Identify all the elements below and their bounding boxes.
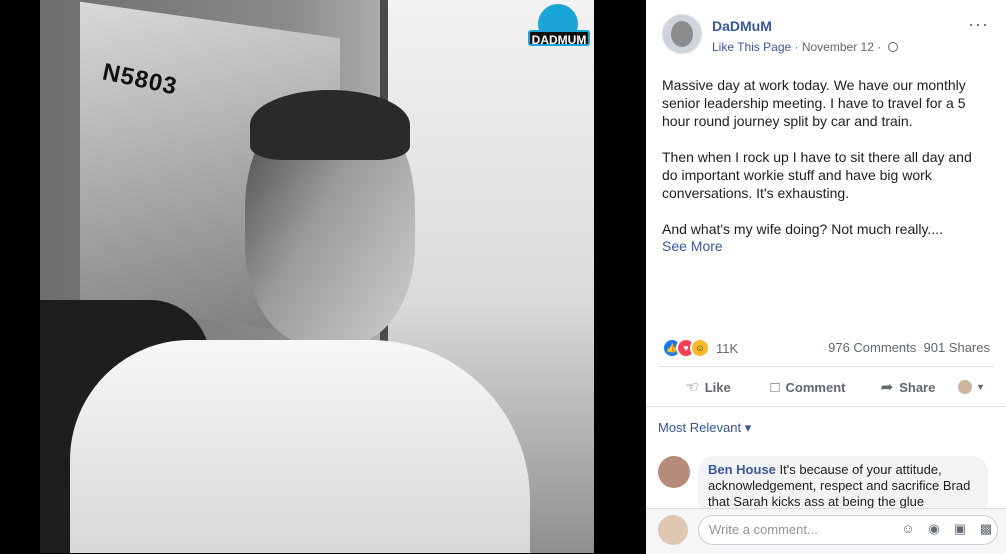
meta-separator-2: · (873, 40, 885, 54)
comment-label: Comment (785, 379, 846, 395)
post-actions: ☜ Like □ Comment ➦ Share ▼ (658, 372, 994, 402)
like-label: Like (704, 380, 731, 395)
photo-viewer: N5803 DADMUM (0, 0, 646, 553)
share-label: Share (899, 380, 936, 395)
like-button[interactable]: ☜ Like (658, 378, 758, 396)
post-photo[interactable]: N5803 (40, 0, 594, 553)
composer-icons: ☺ ◉ ▣ ▩ (900, 521, 994, 537)
comment-author[interactable]: Ben House (708, 462, 776, 477)
comment-button[interactable]: □ Comment (758, 379, 858, 396)
divider (646, 406, 1006, 407)
haha-icon: ☺ (690, 338, 710, 358)
user-avatar (958, 380, 972, 394)
dadmum-logo: DADMUM (528, 4, 592, 48)
comment-bubble: Ben House It's because of your attitude,… (698, 456, 988, 514)
meta-separator: · (791, 40, 802, 54)
like-page-link[interactable]: Like This Page (712, 40, 791, 54)
sticker-icon[interactable]: ▩ (978, 521, 994, 537)
share-button[interactable]: ➦ Share (858, 378, 958, 396)
globe-icon (887, 42, 898, 52)
more-options-button[interactable]: ··· (968, 14, 989, 35)
gif-icon[interactable]: ▣ (952, 521, 968, 537)
divider (658, 366, 994, 367)
post-counts: 976 Comments 901 Shares (828, 340, 990, 355)
page-name[interactable]: DaDMuM (712, 18, 772, 34)
comments-count[interactable]: 976 Comments (828, 340, 916, 355)
comment-composer: Write a comment... ☺ ◉ ▣ ▩ (646, 508, 1006, 554)
commenter-avatar[interactable] (658, 456, 690, 488)
shares-count[interactable]: 901 Shares (924, 340, 991, 355)
camera-icon[interactable]: ◉ (926, 521, 942, 537)
comment-filter[interactable]: Most Relevant ▾ (658, 420, 751, 436)
see-more-link[interactable]: See More (662, 238, 723, 254)
comment-item: Ben House It's because of your attitude,… (658, 456, 998, 514)
post-paragraph-3: And what's my wife doing? Not much reall… (662, 221, 943, 237)
chevron-down-icon: ▾ (744, 420, 752, 435)
reactions-summary[interactable]: 👍 ♥ ☺ 11K (662, 338, 738, 358)
logo-text: DADMUM (528, 30, 590, 47)
share-icon: ➦ (880, 379, 894, 396)
page-avatar[interactable] (662, 14, 702, 54)
post-text: Massive day at work today. We have our m… (662, 76, 990, 256)
post-paragraph-1: Massive day at work today. We have our m… (662, 77, 966, 129)
post-as-selector[interactable]: ▼ (958, 380, 994, 394)
comment-icon: □ (770, 378, 780, 396)
reactions-count[interactable]: 11K (716, 341, 738, 356)
emoji-icon[interactable]: ☺ (900, 521, 916, 537)
post-date[interactable]: November 12 (802, 40, 874, 54)
thumbs-up-icon: ☜ (685, 379, 699, 396)
person-hair (250, 90, 410, 160)
filter-label: Most Relevant (658, 420, 742, 435)
post-meta: Like This Page · November 12 · (712, 40, 898, 54)
chevron-down-icon: ▼ (976, 382, 985, 392)
post-paragraph-2: Then when I rock up I have to sit there … (662, 149, 972, 201)
post-sidebar: DaDMuM Like This Page · November 12 · ··… (646, 0, 1006, 554)
person-shirt (70, 340, 530, 553)
user-avatar (658, 515, 688, 545)
